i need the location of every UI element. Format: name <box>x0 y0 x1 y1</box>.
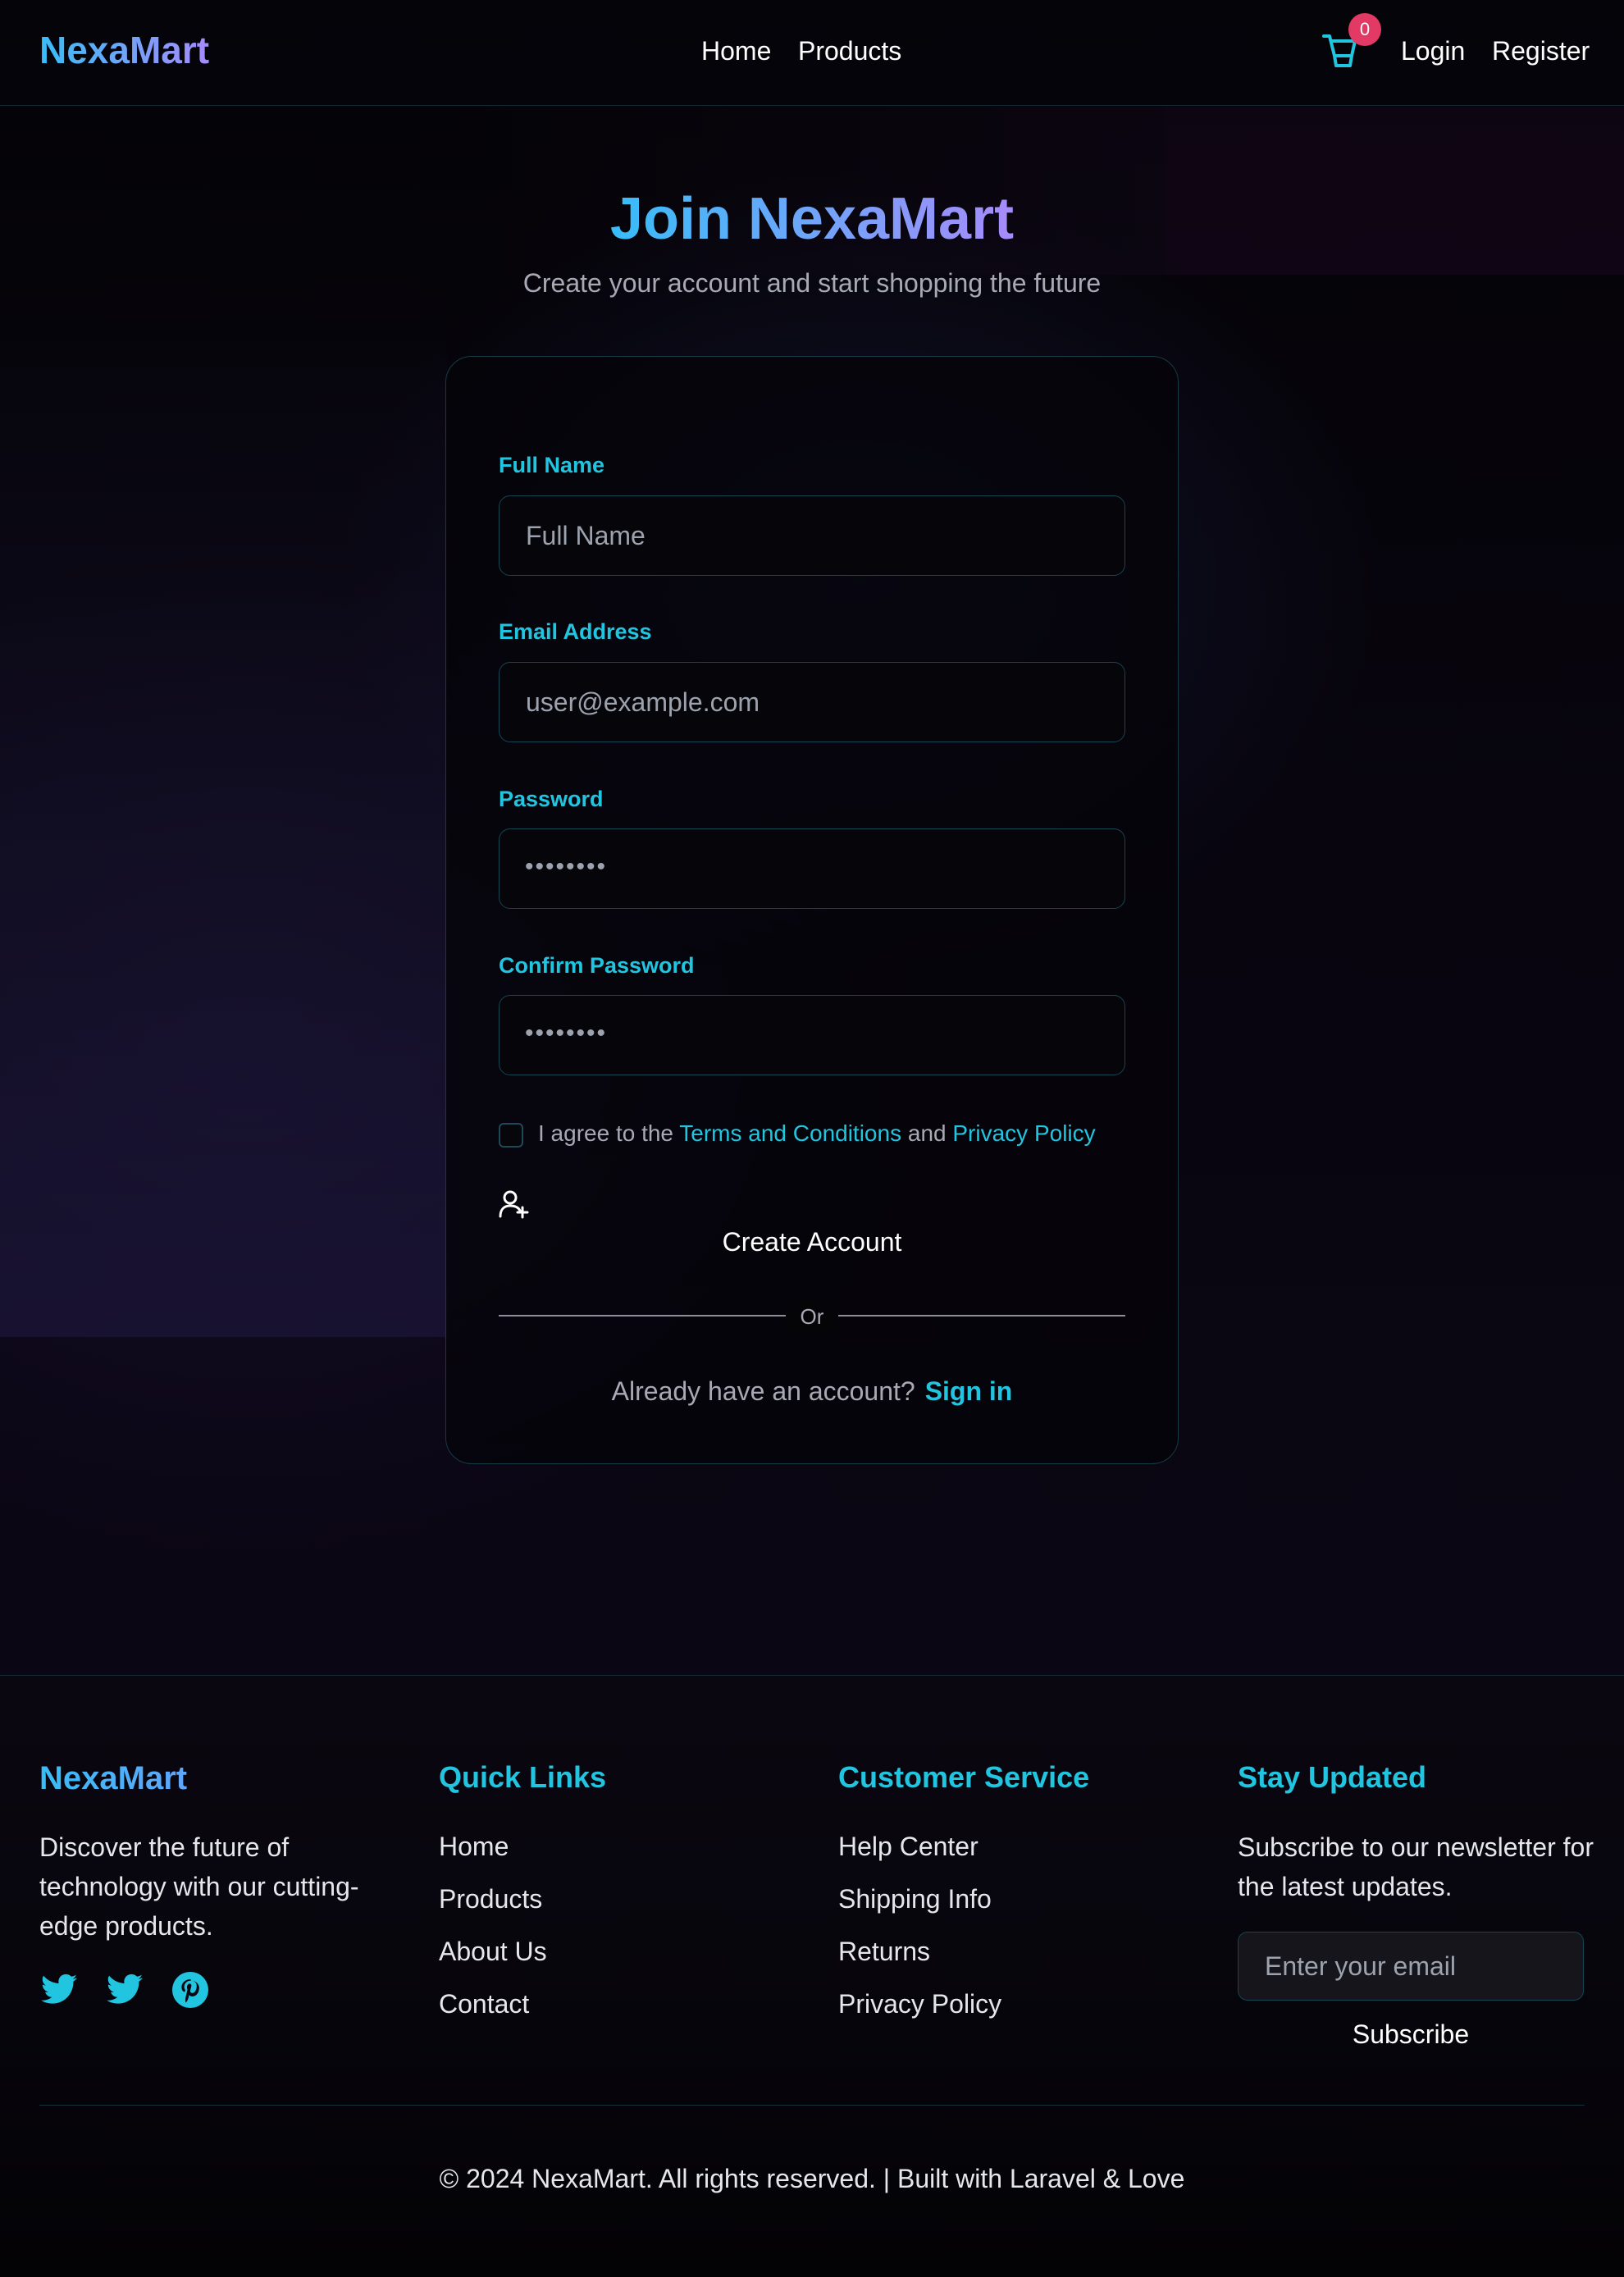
email-input[interactable] <box>499 662 1125 742</box>
page-subtitle: Create your account and start shopping t… <box>522 268 1102 298</box>
site-header: NexaMart Home Products 0 Login Register <box>0 0 1624 106</box>
twitter-icon[interactable] <box>39 1970 79 2010</box>
footer-link-shipping-info[interactable]: Shipping Info <box>838 1884 992 1914</box>
divider-or-label: Or <box>786 1300 838 1333</box>
terms-text: I agree to the Terms and Conditions and … <box>538 1120 1096 1147</box>
divider-left <box>499 1315 786 1316</box>
footer-link-privacy-policy[interactable]: Privacy Policy <box>838 1989 1001 2019</box>
footer-link-returns[interactable]: Returns <box>838 1937 930 1967</box>
subscribe-button[interactable]: Subscribe <box>1238 2015 1584 2054</box>
footer-description: Discover the future of technology with o… <box>39 1832 359 1941</box>
nav-products[interactable]: Products <box>798 36 901 66</box>
user-plus-icon <box>499 1189 530 1219</box>
twitter-icon[interactable] <box>105 1970 144 2010</box>
newsletter-title: Stay Updated <box>1238 1760 1427 1794</box>
footer-divider <box>39 2105 1585 2106</box>
terms-prefix: I agree to the <box>538 1120 680 1146</box>
footer-brand: NexaMart <box>39 1760 188 1796</box>
copyright-text: © 2024 NexaMart. All rights reserved. | … <box>439 2164 1185 2193</box>
signin-prompt: Already have an account? Sign in <box>0 1376 1624 1407</box>
customer-service-title: Customer Service <box>838 1760 1090 1794</box>
brand-logo[interactable]: NexaMart <box>39 28 209 72</box>
footer-link-help-center[interactable]: Help Center <box>838 1832 979 1862</box>
pinterest-icon[interactable] <box>171 1970 210 2010</box>
full-name-input[interactable] <box>499 495 1125 576</box>
password-value: •••••••• <box>525 853 608 880</box>
register-link[interactable]: Register <box>1492 36 1590 66</box>
cart-count-badge: 0 <box>1348 13 1381 46</box>
email-label: Email Address <box>499 619 652 644</box>
terms-middle: and <box>901 1120 953 1146</box>
newsletter-description: Subscribe to our newsletter for the late… <box>1238 1832 1594 1901</box>
footer-link-home[interactable]: Home <box>439 1832 509 1862</box>
create-account-button[interactable]: Create Account <box>499 1222 1125 1262</box>
nav-home[interactable]: Home <box>701 36 771 66</box>
login-link[interactable]: Login <box>1401 36 1465 66</box>
newsletter-email-input[interactable] <box>1238 1932 1584 2001</box>
confirm-password-value: •••••••• <box>525 1020 608 1047</box>
privacy-policy-link[interactable]: Privacy Policy <box>952 1120 1095 1146</box>
password-label: Password <box>499 787 604 811</box>
footer-link-about-us[interactable]: About Us <box>439 1937 547 1967</box>
quick-links-title: Quick Links <box>439 1760 607 1794</box>
terms-checkbox[interactable] <box>499 1123 523 1148</box>
background-panel-left <box>0 275 447 1337</box>
confirm-password-label: Confirm Password <box>499 953 695 978</box>
sign-in-link[interactable]: Sign in <box>925 1376 1013 1406</box>
have-account-text: Already have an account? <box>611 1376 915 1406</box>
footer-link-products[interactable]: Products <box>439 1884 542 1914</box>
footer-link-contact[interactable]: Contact <box>439 1989 529 2019</box>
full-name-label: Full Name <box>499 453 605 477</box>
terms-link[interactable]: Terms and Conditions <box>679 1120 901 1146</box>
page-title: Join NexaMart <box>609 186 1015 252</box>
divider-right <box>838 1315 1125 1316</box>
